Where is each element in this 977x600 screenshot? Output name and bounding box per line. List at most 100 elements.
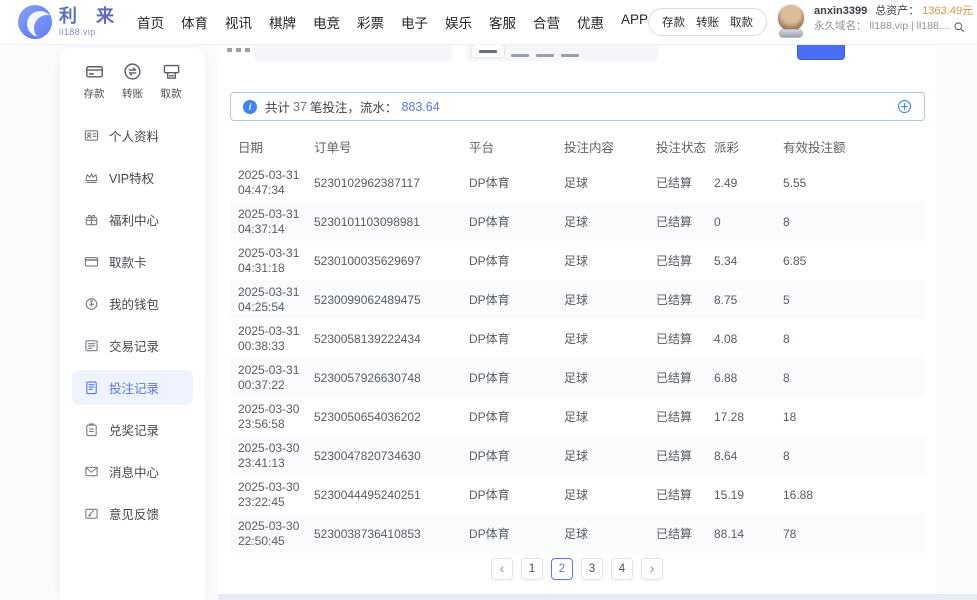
nav-item-5[interactable]: 彩票 bbox=[357, 12, 384, 32]
cell-date: 2025-03-30 22:50:45 bbox=[238, 518, 300, 548]
page-button-1[interactable]: 1 bbox=[521, 558, 543, 580]
sidebar-item-5[interactable]: 交易记录 bbox=[72, 328, 193, 363]
sidebar-item-8[interactable]: 消息中心 bbox=[72, 454, 193, 489]
vip-level-badge bbox=[779, 29, 804, 38]
summary-prefix: 共计 bbox=[265, 101, 291, 115]
sidebar-item-1[interactable]: VIP特权 bbox=[72, 160, 193, 195]
logo[interactable]: 利 来 ll188.vip bbox=[18, 5, 121, 39]
cell-content: 足球 bbox=[564, 215, 589, 229]
cell-platform: DP体育 bbox=[469, 527, 510, 541]
table-row: 2025-03-31 04:25:54 5230099062489475 DP体育 足球… bbox=[230, 280, 925, 319]
nav-item-4[interactable]: 电竞 bbox=[313, 12, 340, 32]
cell-date: 2025-03-30 23:41:13 bbox=[238, 440, 300, 470]
cell-status: 已结算 bbox=[656, 293, 693, 307]
cell-date: 2025-03-31 00:37:22 bbox=[238, 362, 300, 392]
page-button-2[interactable]: 2 bbox=[551, 558, 573, 580]
nav-item-11[interactable]: APP bbox=[621, 12, 648, 32]
cell-platform: DP体育 bbox=[469, 254, 510, 268]
nav-item-2[interactable]: 视讯 bbox=[225, 12, 252, 32]
username[interactable]: anxin3399 bbox=[814, 5, 867, 17]
nav-item-10[interactable]: 优惠 bbox=[577, 12, 604, 32]
pagination: ‹ 1 2 3 4 › bbox=[218, 558, 936, 580]
wallet-action-2[interactable]: 取款 bbox=[730, 14, 753, 30]
expand-plus-icon[interactable] bbox=[897, 99, 912, 114]
filter-range-option[interactable] bbox=[511, 54, 529, 57]
user-block: anxin3399 总资产： 1363.49元 永久域名： ll188.vip | … bbox=[777, 4, 973, 40]
filter-date-input[interactable] bbox=[254, 45, 452, 61]
sidebar-item-4[interactable]: 我的钱包 bbox=[72, 286, 193, 321]
transactions-icon bbox=[85, 340, 98, 352]
assets-value: 1363.49元 bbox=[922, 5, 974, 17]
nav-item-0[interactable]: 首页 bbox=[137, 12, 164, 32]
cell-platform: DP体育 bbox=[469, 215, 510, 229]
sidebar-item-7[interactable]: 兑奖记录 bbox=[72, 412, 193, 447]
wallet-action-1[interactable]: 转账 bbox=[696, 14, 719, 30]
nav-item-1[interactable]: 体育 bbox=[181, 12, 208, 32]
welfare-icon bbox=[85, 214, 98, 226]
search-icon[interactable] bbox=[953, 21, 965, 33]
page-button-4[interactable]: 4 bbox=[611, 558, 633, 580]
cell-payout: 8.64 bbox=[714, 448, 738, 463]
vip-icon bbox=[85, 173, 98, 184]
filter-range-option[interactable] bbox=[472, 45, 504, 57]
cell-valid-amount: 78 bbox=[783, 526, 797, 541]
quick-action-label: 取款 bbox=[160, 88, 182, 100]
sidebar-item-9[interactable]: 意见反馈 bbox=[72, 496, 193, 531]
wallet-actions-pill: 存款 转账 取款 bbox=[648, 8, 768, 36]
sidebar-item-label: 取款卡 bbox=[109, 256, 147, 270]
table-row: 2025-03-31 04:31:18 5230100035629697 DP体育 足球… bbox=[230, 241, 925, 280]
sidebar-menu: 个人资料 VIP特权福利中心取款卡我的钱包交易记录投注记录兑奖记录消息中心意见反馈 bbox=[60, 118, 205, 531]
table-row: 2025-03-30 23:22:45 5230044495240251 DP体育 足球… bbox=[230, 475, 925, 514]
prev-page-button[interactable]: ‹ bbox=[491, 558, 513, 580]
table-row: 2025-03-30 23:41:13 5230047820734630 DP体育 足球… bbox=[230, 436, 925, 475]
sidebar-item-2[interactable]: 福利中心 bbox=[72, 202, 193, 237]
table-row: 2025-03-31 04:47:34 5230102962387117 DP体育 足球… bbox=[230, 163, 925, 202]
cell-order: 5230057926630748 bbox=[314, 370, 421, 385]
nav-item-7[interactable]: 娱乐 bbox=[445, 12, 472, 32]
page-button-3[interactable]: 3 bbox=[581, 558, 603, 580]
quick-action[interactable]: 取款 bbox=[154, 62, 188, 101]
wallet-action-0[interactable]: 存款 bbox=[662, 14, 685, 30]
nav-item-8[interactable]: 客服 bbox=[489, 12, 516, 32]
filter-range-option[interactable] bbox=[536, 54, 554, 57]
logo-icon bbox=[18, 5, 52, 39]
sidebar-item-3[interactable]: 取款卡 bbox=[72, 244, 193, 279]
nav-item-6[interactable]: 电子 bbox=[401, 12, 428, 32]
cell-status: 已结算 bbox=[656, 410, 693, 424]
nav-item-9[interactable]: 合营 bbox=[533, 12, 560, 32]
filter-range-toggle bbox=[466, 45, 658, 61]
quick-action[interactable]: 转账 bbox=[116, 62, 150, 101]
sidebar-item-label: 我的钱包 bbox=[109, 298, 160, 312]
sidebar-item-6[interactable]: 投注记录 bbox=[72, 370, 193, 405]
column-header: 派彩 bbox=[714, 141, 740, 155]
next-page-button[interactable]: › bbox=[641, 558, 663, 580]
cell-content: 足球 bbox=[564, 449, 589, 463]
quick-action[interactable]: 存款 bbox=[77, 62, 111, 101]
cell-status: 已结算 bbox=[656, 527, 693, 541]
cell-order: 5230099062489475 bbox=[314, 292, 421, 307]
column-header: 平台 bbox=[469, 141, 495, 155]
cell-payout: 88.14 bbox=[714, 526, 745, 541]
cell-content: 足球 bbox=[564, 527, 589, 541]
cell-status: 已结算 bbox=[656, 176, 693, 190]
cell-payout: 2.49 bbox=[714, 175, 738, 190]
sidebar-quick-actions: 存款 转账 取款 bbox=[60, 62, 205, 101]
search-submit-button[interactable] bbox=[797, 45, 845, 60]
filter-range-option[interactable] bbox=[561, 54, 579, 57]
nav-item-3[interactable]: 棋牌 bbox=[269, 12, 296, 32]
main-nav: 首页 体育 视讯 棋牌 电竞 彩票 电子 娱乐 客服 合营 优惠 APP bbox=[137, 12, 648, 32]
domain-value: ll188.vip | ll188.... bbox=[869, 20, 951, 32]
column-header: 日期 bbox=[238, 141, 264, 155]
cell-content: 足球 bbox=[564, 488, 589, 502]
cell-order: 5230044495240251 bbox=[314, 487, 421, 502]
withdraw-icon bbox=[163, 64, 179, 79]
cell-platform: DP体育 bbox=[469, 293, 510, 307]
cell-valid-amount: 8 bbox=[783, 214, 790, 229]
info-icon: i bbox=[243, 99, 257, 114]
avatar[interactable] bbox=[777, 4, 806, 32]
bottom-strip bbox=[218, 594, 977, 600]
cell-status: 已结算 bbox=[656, 215, 693, 229]
sidebar-item-0[interactable]: 个人资料 bbox=[72, 118, 193, 153]
cell-date: 2025-03-30 23:22:45 bbox=[238, 479, 300, 509]
cell-content: 足球 bbox=[564, 332, 589, 346]
